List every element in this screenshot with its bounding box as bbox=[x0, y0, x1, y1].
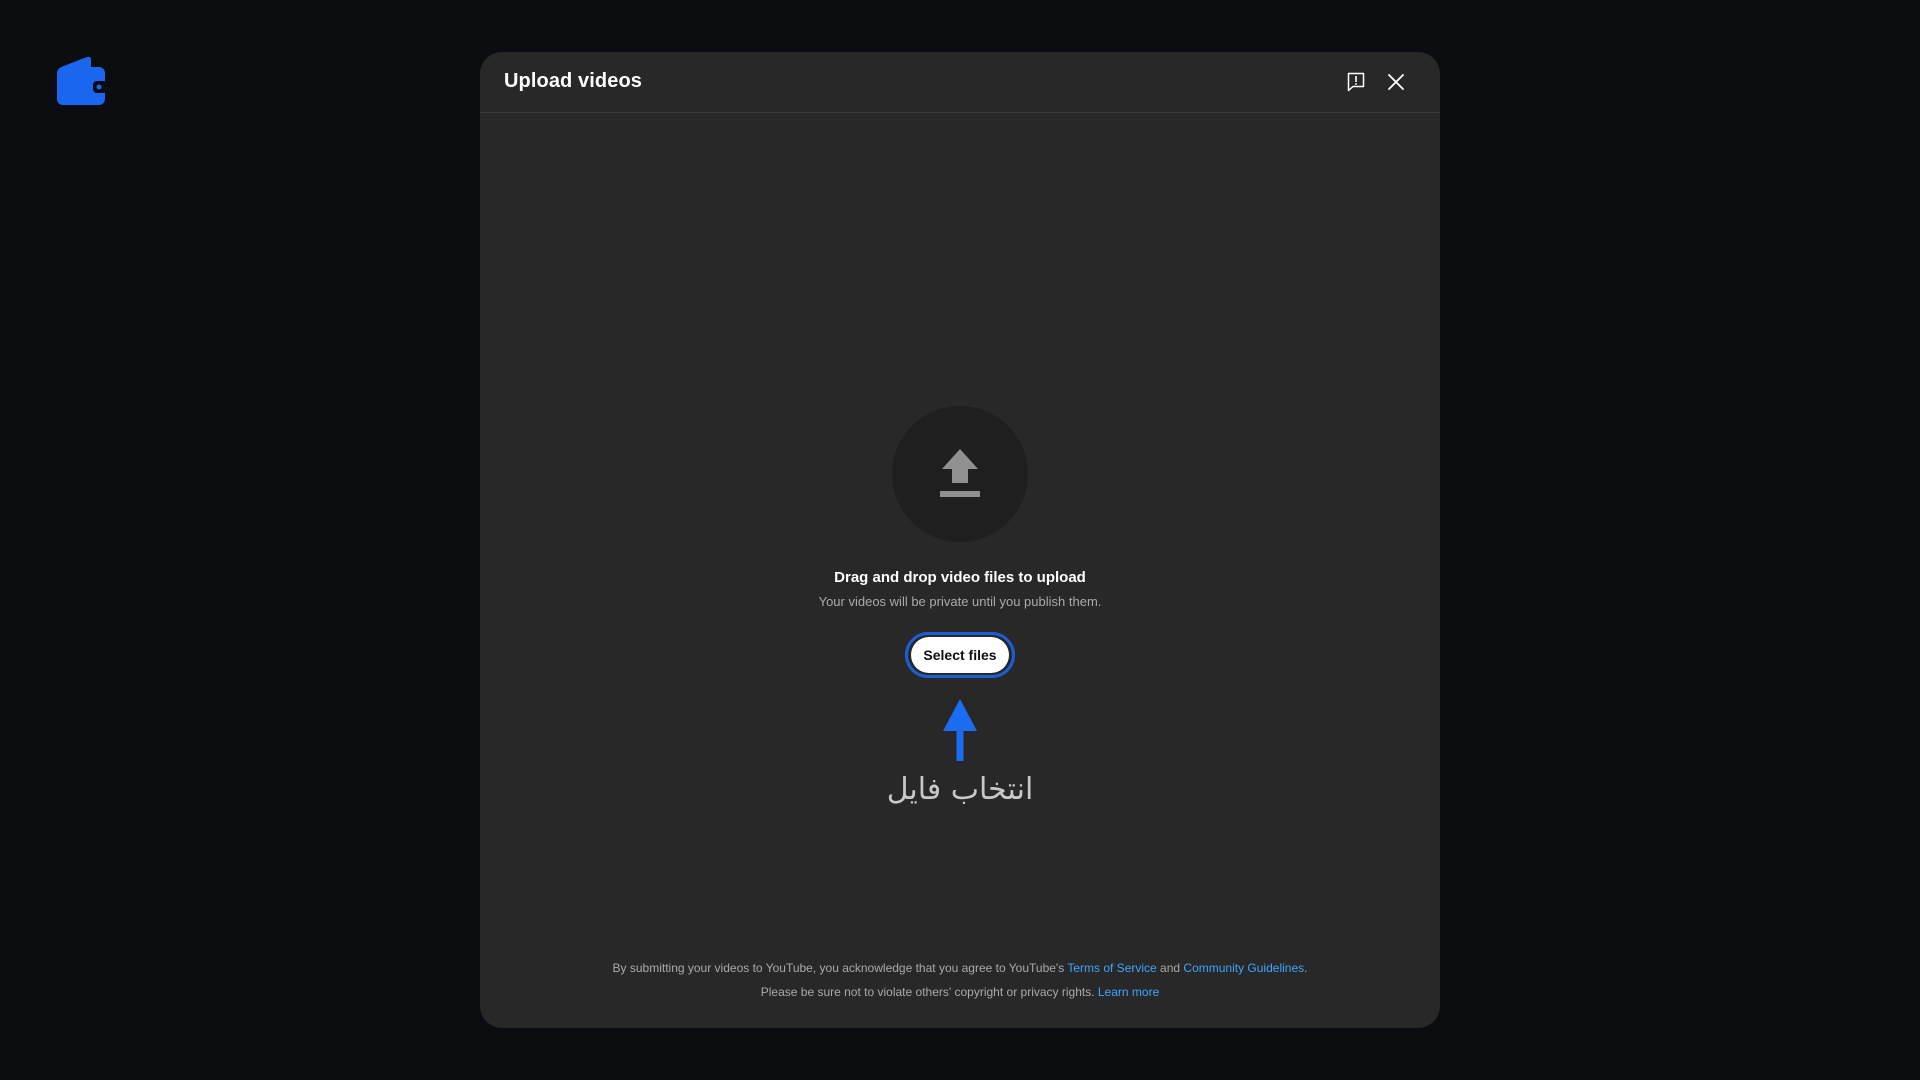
upload-arrow-icon bbox=[940, 449, 980, 497]
terms-of-service-link[interactable]: Terms of Service bbox=[1067, 961, 1156, 975]
annotation-label: انتخاب فایل bbox=[886, 772, 1034, 807]
feedback-icon bbox=[1347, 72, 1365, 92]
upload-dialog: Upload videos Drag and drop video files … bbox=[480, 52, 1440, 1028]
footer-line-1-text: By submitting your videos to YouTube, yo… bbox=[612, 961, 1068, 975]
learn-more-link[interactable]: Learn more bbox=[1098, 985, 1159, 999]
dialog-title: Upload videos bbox=[504, 70, 642, 92]
drag-drop-subtitle: Your videos will be private until you pu… bbox=[818, 594, 1102, 609]
wallet-icon[interactable] bbox=[55, 55, 107, 107]
footer-period: . bbox=[1304, 961, 1308, 975]
close-button[interactable] bbox=[1382, 68, 1410, 96]
footer-line-2: Please be sure not to violate others' co… bbox=[480, 980, 1440, 1004]
community-guidelines-link[interactable]: Community Guidelines bbox=[1183, 961, 1304, 975]
close-icon bbox=[1388, 74, 1404, 90]
footer-and-text: and bbox=[1156, 961, 1184, 975]
footer-line-2-text: Please be sure not to violate others' co… bbox=[760, 985, 1098, 999]
arrow-up-icon bbox=[939, 697, 981, 763]
footer-notice: By submitting your videos to YouTube, yo… bbox=[480, 956, 1440, 1004]
select-files-button[interactable]: Select files bbox=[911, 637, 1009, 673]
upload-dropzone[interactable] bbox=[892, 406, 1028, 542]
drag-drop-title: Drag and drop video files to upload bbox=[834, 569, 1086, 586]
select-files-highlight: Select files bbox=[905, 632, 1015, 678]
footer-line-1: By submitting your videos to YouTube, yo… bbox=[480, 956, 1440, 980]
feedback-button[interactable] bbox=[1342, 68, 1370, 96]
dialog-header: Upload videos bbox=[480, 52, 1440, 113]
